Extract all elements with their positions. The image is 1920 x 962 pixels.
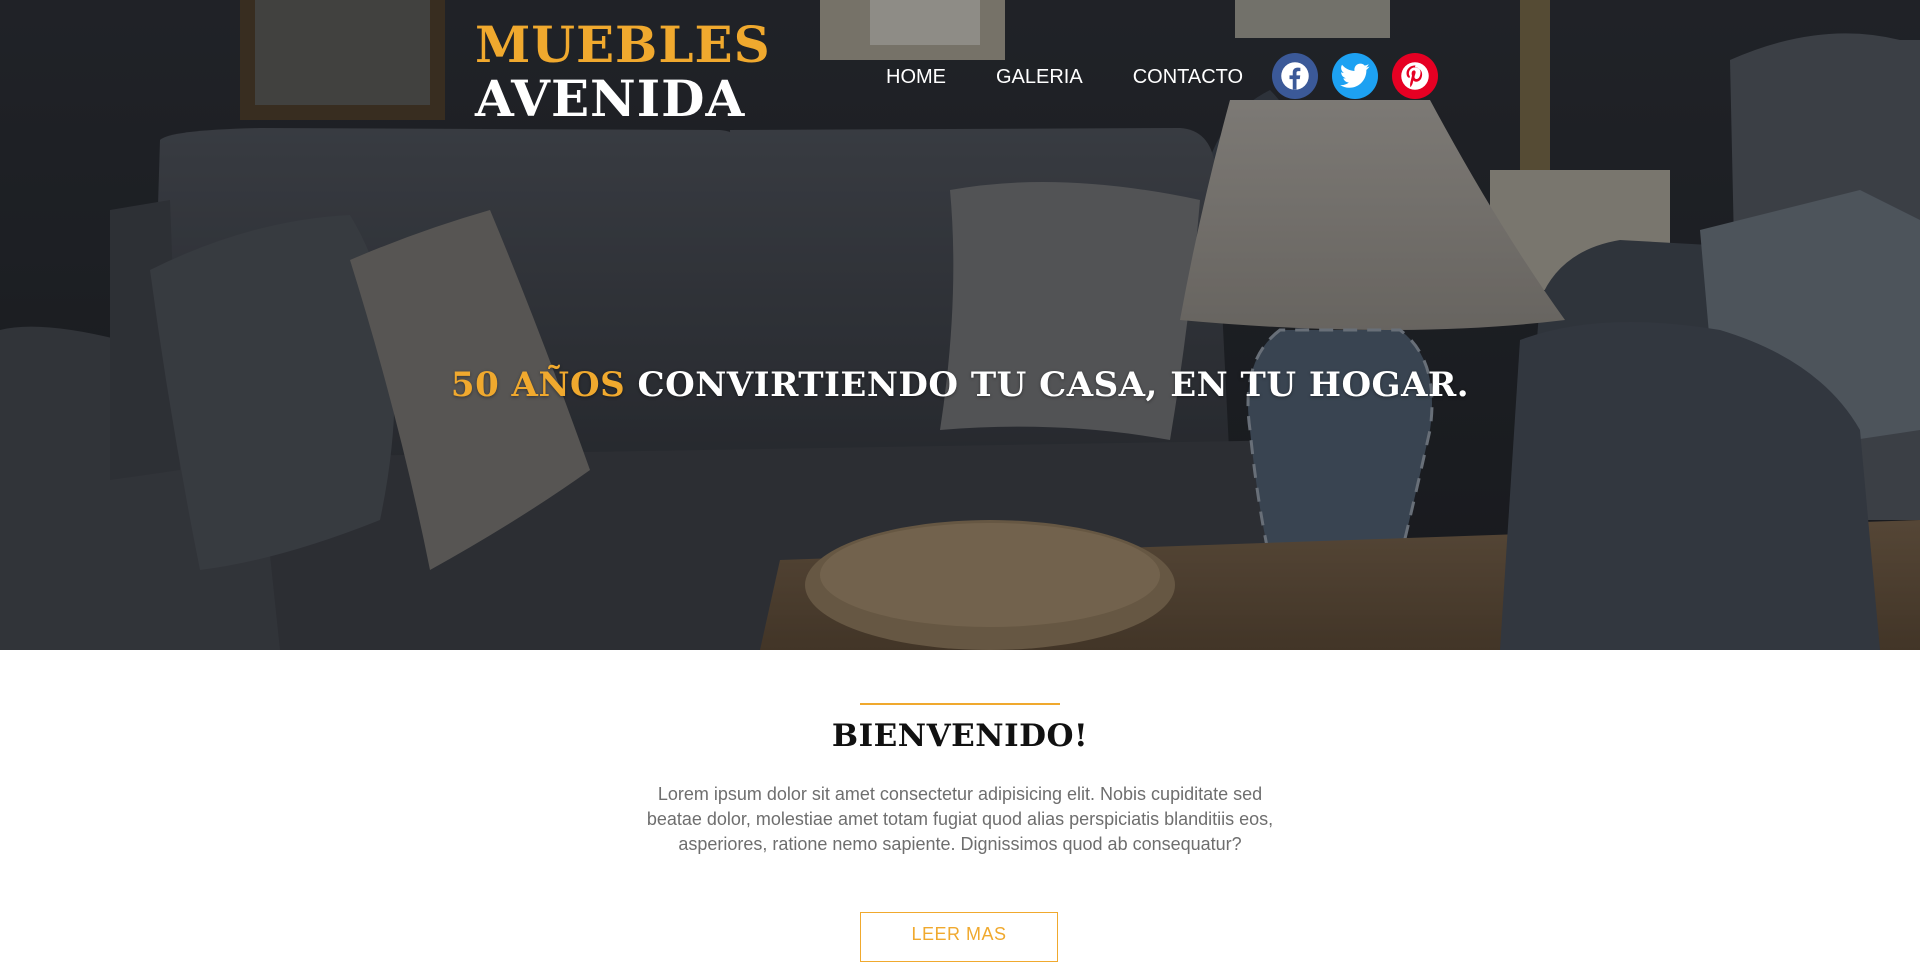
logo-bottom-text: AVENIDA [475, 69, 746, 128]
facebook-icon [1281, 62, 1309, 90]
logo-top-text: MUEBLES [475, 15, 771, 74]
logo[interactable]: MUEBLES AVENIDA [475, 18, 771, 126]
read-more-button[interactable]: LEER MAS [860, 912, 1058, 962]
welcome-text: Lorem ipsum dolor sit amet consectetur a… [646, 784, 1274, 854]
pinterest-button[interactable] [1392, 53, 1438, 99]
tagline-text: CONVIRTIENDO TU CASA, EN TU HOGAR. [637, 365, 1470, 405]
nav-contacto[interactable]: CONTACTO [1133, 66, 1243, 89]
main-nav: HOME GALERIA CONTACTO [886, 66, 1293, 89]
twitter-icon [1340, 63, 1370, 88]
twitter-button[interactable] [1332, 53, 1378, 99]
nav-galeria[interactable]: GALERIA [996, 66, 1083, 89]
social-links [1272, 53, 1438, 99]
facebook-button[interactable] [1272, 53, 1318, 99]
hero-tagline: 50 AÑOS CONVIRTIENDO TU CASA, EN TU HOGA… [0, 365, 1920, 405]
welcome-divider [860, 703, 1060, 705]
nav-home[interactable]: HOME [886, 66, 946, 89]
welcome-title: BIENVENIDO! [831, 718, 1089, 754]
tagline-accent: 50 AÑOS [450, 365, 626, 405]
site-header: MUEBLES AVENIDA HOME GALERIA CONTACTO [0, 0, 1920, 140]
pinterest-icon [1401, 62, 1429, 90]
hero-section: MUEBLES AVENIDA HOME GALERIA CONTACTO 50… [0, 0, 1920, 650]
welcome-section: BIENVENIDO! Lorem ipsum dolor sit amet c… [0, 650, 1920, 962]
